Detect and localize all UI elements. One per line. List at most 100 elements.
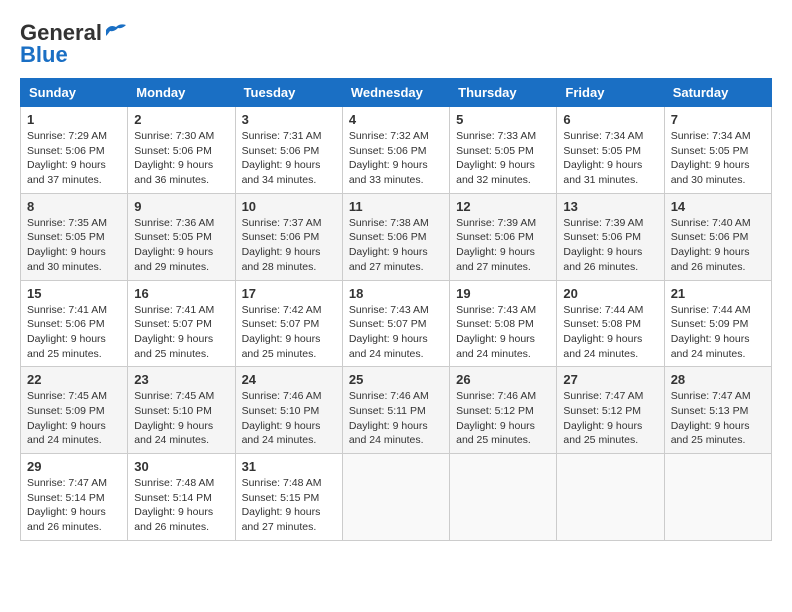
day-info: Sunrise: 7:43 AMSunset: 5:08 PMDaylight:…: [456, 303, 550, 362]
day-number: 14: [671, 199, 765, 214]
calendar-week-1: 1 Sunrise: 7:29 AMSunset: 5:06 PMDayligh…: [21, 107, 772, 194]
calendar-cell: 22 Sunrise: 7:45 AMSunset: 5:09 PMDaylig…: [21, 367, 128, 454]
day-info: Sunrise: 7:46 AMSunset: 5:11 PMDaylight:…: [349, 389, 443, 448]
day-info: Sunrise: 7:48 AMSunset: 5:14 PMDaylight:…: [134, 476, 228, 535]
calendar-cell: 18 Sunrise: 7:43 AMSunset: 5:07 PMDaylig…: [342, 280, 449, 367]
day-number: 17: [242, 286, 336, 301]
day-number: 9: [134, 199, 228, 214]
day-info: Sunrise: 7:42 AMSunset: 5:07 PMDaylight:…: [242, 303, 336, 362]
calendar-cell: 15 Sunrise: 7:41 AMSunset: 5:06 PMDaylig…: [21, 280, 128, 367]
day-number: 7: [671, 112, 765, 127]
day-info: Sunrise: 7:44 AMSunset: 5:09 PMDaylight:…: [671, 303, 765, 362]
calendar-cell: [557, 454, 664, 541]
calendar-cell: 9 Sunrise: 7:36 AMSunset: 5:05 PMDayligh…: [128, 193, 235, 280]
col-header-thursday: Thursday: [450, 79, 557, 107]
calendar-cell: 19 Sunrise: 7:43 AMSunset: 5:08 PMDaylig…: [450, 280, 557, 367]
day-info: Sunrise: 7:40 AMSunset: 5:06 PMDaylight:…: [671, 216, 765, 275]
day-info: Sunrise: 7:31 AMSunset: 5:06 PMDaylight:…: [242, 129, 336, 188]
day-number: 26: [456, 372, 550, 387]
day-info: Sunrise: 7:45 AMSunset: 5:10 PMDaylight:…: [134, 389, 228, 448]
day-info: Sunrise: 7:45 AMSunset: 5:09 PMDaylight:…: [27, 389, 121, 448]
day-info: Sunrise: 7:46 AMSunset: 5:12 PMDaylight:…: [456, 389, 550, 448]
col-header-sunday: Sunday: [21, 79, 128, 107]
calendar-week-4: 22 Sunrise: 7:45 AMSunset: 5:09 PMDaylig…: [21, 367, 772, 454]
page-header: General Blue: [20, 20, 772, 68]
calendar-cell: [342, 454, 449, 541]
calendar-cell: 29 Sunrise: 7:47 AMSunset: 5:14 PMDaylig…: [21, 454, 128, 541]
day-number: 16: [134, 286, 228, 301]
day-info: Sunrise: 7:32 AMSunset: 5:06 PMDaylight:…: [349, 129, 443, 188]
day-info: Sunrise: 7:38 AMSunset: 5:06 PMDaylight:…: [349, 216, 443, 275]
calendar-cell: 6 Sunrise: 7:34 AMSunset: 5:05 PMDayligh…: [557, 107, 664, 194]
calendar-cell: [450, 454, 557, 541]
day-info: Sunrise: 7:43 AMSunset: 5:07 PMDaylight:…: [349, 303, 443, 362]
day-number: 8: [27, 199, 121, 214]
col-header-tuesday: Tuesday: [235, 79, 342, 107]
calendar-cell: 12 Sunrise: 7:39 AMSunset: 5:06 PMDaylig…: [450, 193, 557, 280]
calendar-cell: 8 Sunrise: 7:35 AMSunset: 5:05 PMDayligh…: [21, 193, 128, 280]
day-number: 27: [563, 372, 657, 387]
day-number: 4: [349, 112, 443, 127]
calendar-cell: 24 Sunrise: 7:46 AMSunset: 5:10 PMDaylig…: [235, 367, 342, 454]
day-number: 28: [671, 372, 765, 387]
calendar-cell: 5 Sunrise: 7:33 AMSunset: 5:05 PMDayligh…: [450, 107, 557, 194]
day-number: 19: [456, 286, 550, 301]
calendar-cell: 21 Sunrise: 7:44 AMSunset: 5:09 PMDaylig…: [664, 280, 771, 367]
calendar-cell: 28 Sunrise: 7:47 AMSunset: 5:13 PMDaylig…: [664, 367, 771, 454]
day-info: Sunrise: 7:35 AMSunset: 5:05 PMDaylight:…: [27, 216, 121, 275]
logo-blue: Blue: [20, 42, 68, 68]
day-info: Sunrise: 7:47 AMSunset: 5:13 PMDaylight:…: [671, 389, 765, 448]
day-info: Sunrise: 7:46 AMSunset: 5:10 PMDaylight:…: [242, 389, 336, 448]
day-info: Sunrise: 7:39 AMSunset: 5:06 PMDaylight:…: [563, 216, 657, 275]
calendar-cell: [664, 454, 771, 541]
calendar-cell: 31 Sunrise: 7:48 AMSunset: 5:15 PMDaylig…: [235, 454, 342, 541]
calendar-week-5: 29 Sunrise: 7:47 AMSunset: 5:14 PMDaylig…: [21, 454, 772, 541]
day-number: 23: [134, 372, 228, 387]
day-info: Sunrise: 7:29 AMSunset: 5:06 PMDaylight:…: [27, 129, 121, 188]
calendar-cell: 10 Sunrise: 7:37 AMSunset: 5:06 PMDaylig…: [235, 193, 342, 280]
day-number: 31: [242, 459, 336, 474]
calendar-cell: 11 Sunrise: 7:38 AMSunset: 5:06 PMDaylig…: [342, 193, 449, 280]
day-info: Sunrise: 7:47 AMSunset: 5:14 PMDaylight:…: [27, 476, 121, 535]
calendar-cell: 14 Sunrise: 7:40 AMSunset: 5:06 PMDaylig…: [664, 193, 771, 280]
day-info: Sunrise: 7:37 AMSunset: 5:06 PMDaylight:…: [242, 216, 336, 275]
calendar-cell: 3 Sunrise: 7:31 AMSunset: 5:06 PMDayligh…: [235, 107, 342, 194]
bird-icon: [104, 22, 126, 40]
col-header-monday: Monday: [128, 79, 235, 107]
calendar-cell: 16 Sunrise: 7:41 AMSunset: 5:07 PMDaylig…: [128, 280, 235, 367]
day-info: Sunrise: 7:41 AMSunset: 5:07 PMDaylight:…: [134, 303, 228, 362]
day-number: 5: [456, 112, 550, 127]
calendar-cell: 1 Sunrise: 7:29 AMSunset: 5:06 PMDayligh…: [21, 107, 128, 194]
calendar-cell: 20 Sunrise: 7:44 AMSunset: 5:08 PMDaylig…: [557, 280, 664, 367]
day-number: 12: [456, 199, 550, 214]
day-number: 24: [242, 372, 336, 387]
calendar-cell: 23 Sunrise: 7:45 AMSunset: 5:10 PMDaylig…: [128, 367, 235, 454]
day-number: 18: [349, 286, 443, 301]
calendar-table: SundayMondayTuesdayWednesdayThursdayFrid…: [20, 78, 772, 541]
calendar-week-3: 15 Sunrise: 7:41 AMSunset: 5:06 PMDaylig…: [21, 280, 772, 367]
day-number: 29: [27, 459, 121, 474]
day-number: 20: [563, 286, 657, 301]
day-number: 15: [27, 286, 121, 301]
calendar-cell: 13 Sunrise: 7:39 AMSunset: 5:06 PMDaylig…: [557, 193, 664, 280]
calendar-cell: 25 Sunrise: 7:46 AMSunset: 5:11 PMDaylig…: [342, 367, 449, 454]
calendar-cell: 4 Sunrise: 7:32 AMSunset: 5:06 PMDayligh…: [342, 107, 449, 194]
calendar-cell: 7 Sunrise: 7:34 AMSunset: 5:05 PMDayligh…: [664, 107, 771, 194]
day-info: Sunrise: 7:30 AMSunset: 5:06 PMDaylight:…: [134, 129, 228, 188]
day-number: 1: [27, 112, 121, 127]
day-number: 2: [134, 112, 228, 127]
col-header-friday: Friday: [557, 79, 664, 107]
day-number: 11: [349, 199, 443, 214]
calendar-cell: 27 Sunrise: 7:47 AMSunset: 5:12 PMDaylig…: [557, 367, 664, 454]
day-number: 3: [242, 112, 336, 127]
day-number: 25: [349, 372, 443, 387]
day-number: 22: [27, 372, 121, 387]
day-info: Sunrise: 7:34 AMSunset: 5:05 PMDaylight:…: [563, 129, 657, 188]
day-number: 10: [242, 199, 336, 214]
day-number: 6: [563, 112, 657, 127]
day-info: Sunrise: 7:39 AMSunset: 5:06 PMDaylight:…: [456, 216, 550, 275]
calendar-cell: 2 Sunrise: 7:30 AMSunset: 5:06 PMDayligh…: [128, 107, 235, 194]
col-header-saturday: Saturday: [664, 79, 771, 107]
day-info: Sunrise: 7:33 AMSunset: 5:05 PMDaylight:…: [456, 129, 550, 188]
logo: General Blue: [20, 20, 126, 68]
